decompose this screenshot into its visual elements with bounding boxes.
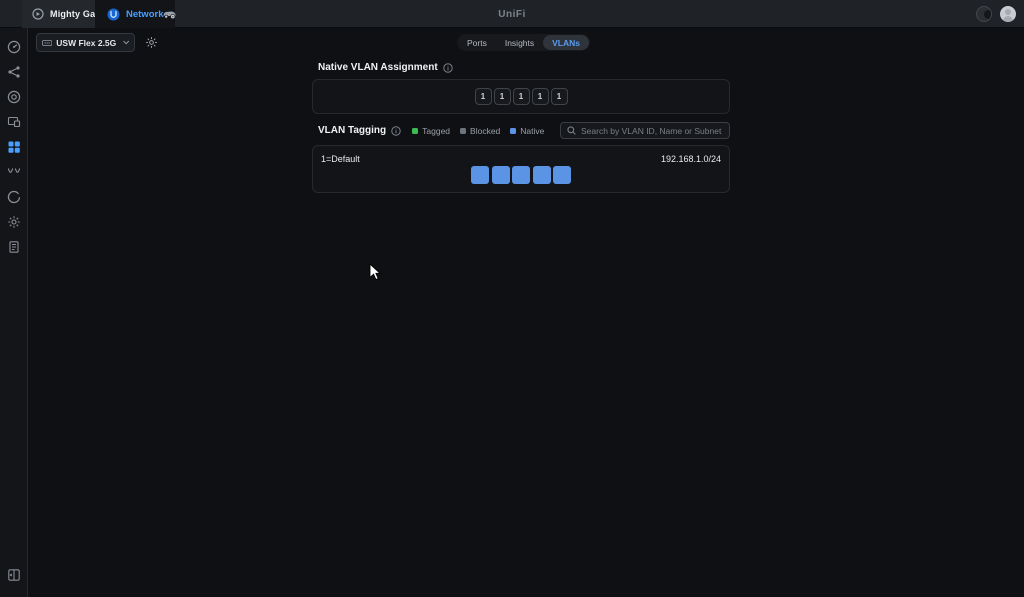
native-vlan-title: Native VLAN Assignment — [318, 62, 438, 73]
topbar: Mighty Gadgets UCG Max Network UniFi — [0, 0, 1024, 28]
device-settings-button[interactable] — [145, 36, 158, 49]
port-native-vlan-select[interactable]: 1 — [475, 88, 492, 105]
info-icon[interactable] — [443, 63, 453, 73]
view-tabs: Ports Insights VLANs — [457, 34, 590, 51]
network-app-icon — [107, 8, 120, 21]
sidebar-item-dashboard[interactable] — [7, 40, 21, 54]
vlan-tagging-section-header: VLAN Tagging Tagged Blocked Native — [318, 125, 544, 136]
tagged-swatch — [412, 128, 418, 134]
port-tag-cell[interactable] — [512, 166, 530, 184]
search-input[interactable] — [581, 126, 723, 136]
sidebar-item-system-log[interactable] — [7, 240, 21, 254]
native-swatch — [510, 128, 516, 134]
tab-ports[interactable]: Ports — [458, 35, 496, 50]
search-icon — [567, 126, 576, 135]
port-tag-cell[interactable] — [533, 166, 551, 184]
port-native-vlan-select[interactable]: 1 — [532, 88, 549, 105]
topbar-right — [976, 0, 1016, 28]
app-switcher-tab[interactable] — [152, 0, 187, 28]
theme-toggle-icon[interactable] — [976, 6, 992, 22]
chevron-down-icon — [123, 40, 129, 45]
blocked-swatch — [460, 128, 466, 134]
tab-vlans[interactable]: VLANs — [543, 35, 589, 50]
sidebar-item-ports[interactable] — [7, 140, 21, 154]
sidebar-item-clients[interactable] — [7, 115, 21, 129]
unifi-network-app: Mighty Gadgets UCG Max Network UniFi — [0, 0, 1024, 597]
info-icon[interactable] — [391, 126, 401, 136]
vlan-name: 1=Default — [321, 154, 360, 164]
native-vlan-section-header: Native VLAN Assignment — [318, 62, 453, 73]
native-port-selectors: 1 1 1 1 1 — [475, 88, 568, 105]
user-avatar[interactable] — [1000, 6, 1016, 22]
vlan-tagging-title: VLAN Tagging — [318, 125, 386, 136]
port-native-vlan-select[interactable]: 1 — [513, 88, 530, 105]
drive-app-icon — [162, 9, 177, 20]
legend-native: Native — [510, 126, 544, 136]
tab-insights[interactable]: Insights — [496, 35, 543, 50]
port-tag-cell[interactable] — [492, 166, 510, 184]
tagging-legend: Tagged Blocked Native — [412, 126, 544, 136]
legend-blocked: Blocked — [460, 126, 500, 136]
sidebar-item-devices[interactable] — [7, 90, 21, 104]
sidebar-collapse-icon[interactable] — [7, 568, 21, 582]
port-tag-cell[interactable] — [471, 166, 489, 184]
mouse-cursor — [369, 263, 381, 281]
sidebar-item-settings[interactable] — [7, 215, 21, 229]
sidebar-item-topology[interactable] — [7, 65, 21, 79]
port-tag-cell[interactable] — [553, 166, 571, 184]
vlan-subnet: 192.168.1.0/24 — [661, 154, 721, 164]
vlan-row[interactable]: 1=Default 192.168.1.0/24 — [312, 145, 730, 193]
sidebar — [0, 28, 28, 597]
port-native-vlan-select[interactable]: 1 — [494, 88, 511, 105]
switch-icon — [42, 39, 52, 47]
vlan-search — [560, 122, 730, 139]
vlan-row-header: 1=Default 192.168.1.0/24 — [321, 154, 721, 164]
sidebar-item-radios[interactable] — [7, 165, 21, 179]
port-native-vlan-select[interactable]: 1 — [551, 88, 568, 105]
device-selector-label: USW Flex 2.5G Mi... — [56, 38, 118, 48]
vlan-port-cells — [313, 166, 729, 184]
sidebar-item-security[interactable] — [7, 190, 21, 204]
device-selector[interactable]: USW Flex 2.5G Mi... — [36, 33, 135, 52]
legend-tagged: Tagged — [412, 126, 450, 136]
console-icon — [32, 8, 44, 20]
native-vlan-panel: 1 1 1 1 1 — [312, 79, 730, 114]
